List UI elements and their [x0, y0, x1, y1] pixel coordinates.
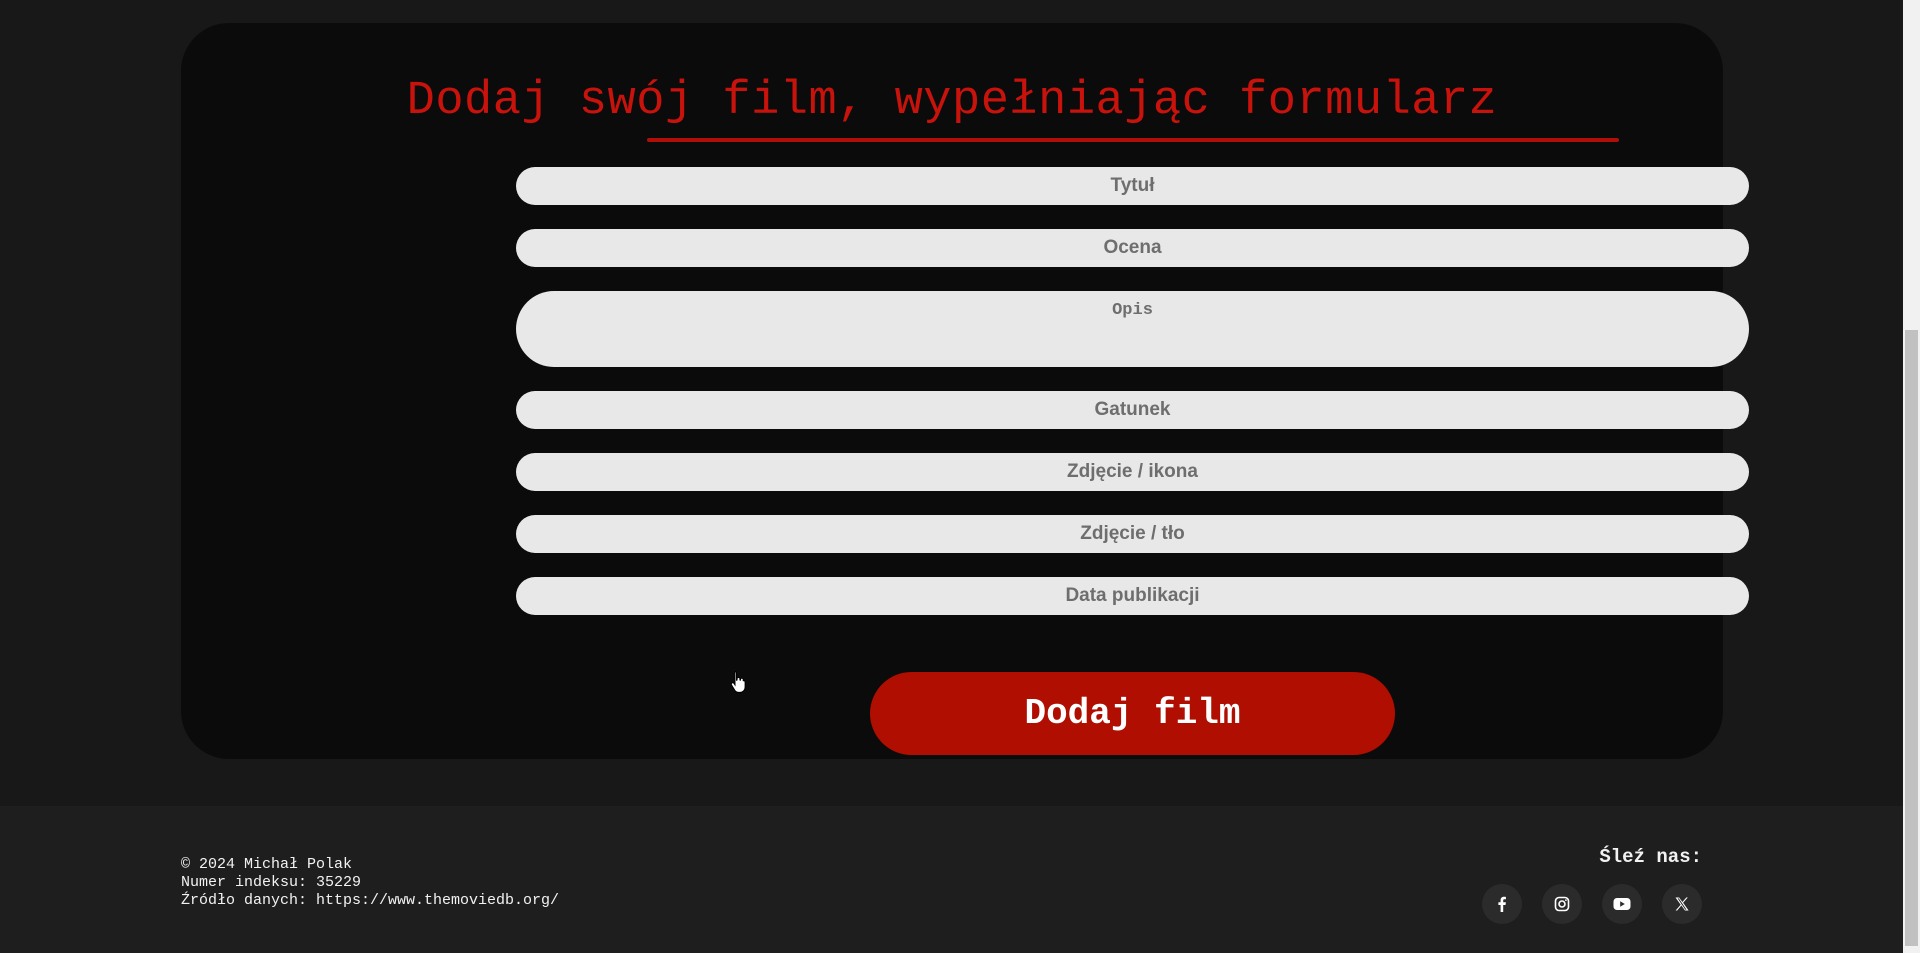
follow-us-label: Śleź nas: [1599, 846, 1702, 868]
form-title: Dodaj swój film, wypełniając formularz [406, 75, 1498, 128]
facebook-link[interactable] [1482, 884, 1522, 924]
footer: © 2024 Michał Polak Numer indeksu: 35229… [0, 806, 1920, 953]
facebook-icon [1498, 896, 1506, 912]
instagram-link[interactable] [1542, 884, 1582, 924]
x-link[interactable] [1662, 884, 1702, 924]
page: Dodaj swój film, wypełniając formularz D… [0, 0, 1920, 953]
add-film-button[interactable]: Dodaj film [870, 672, 1395, 755]
copyright-text: © 2024 Michał Polak [181, 856, 353, 873]
title-underline [647, 138, 1619, 142]
social-links [1482, 884, 1702, 924]
footer-info: © 2024 Michał Polak Numer indeksu: 35229… [181, 856, 559, 910]
youtube-icon [1613, 898, 1631, 910]
student-id-text: Numer indeksu: 35229 [181, 874, 362, 891]
instagram-icon [1554, 896, 1570, 912]
hand-cursor-icon [730, 671, 746, 693]
page-scrollbar[interactable] [1903, 0, 1920, 953]
x-icon [1675, 897, 1689, 911]
genre-input[interactable] [516, 391, 1749, 429]
data-source-text: Źródło danych: https://www.themoviedb.or… [181, 892, 560, 909]
rating-input[interactable] [516, 229, 1749, 267]
description-textarea[interactable] [516, 291, 1749, 367]
youtube-link[interactable] [1602, 884, 1642, 924]
add-film-form-card: Dodaj swój film, wypełniając formularz D… [181, 23, 1749, 759]
title-input[interactable] [516, 167, 1749, 205]
release-date-input[interactable] [516, 577, 1749, 615]
scrollbar-thumb[interactable] [1905, 330, 1918, 946]
icon-image-input[interactable] [516, 453, 1749, 491]
background-image-input[interactable] [516, 515, 1749, 553]
